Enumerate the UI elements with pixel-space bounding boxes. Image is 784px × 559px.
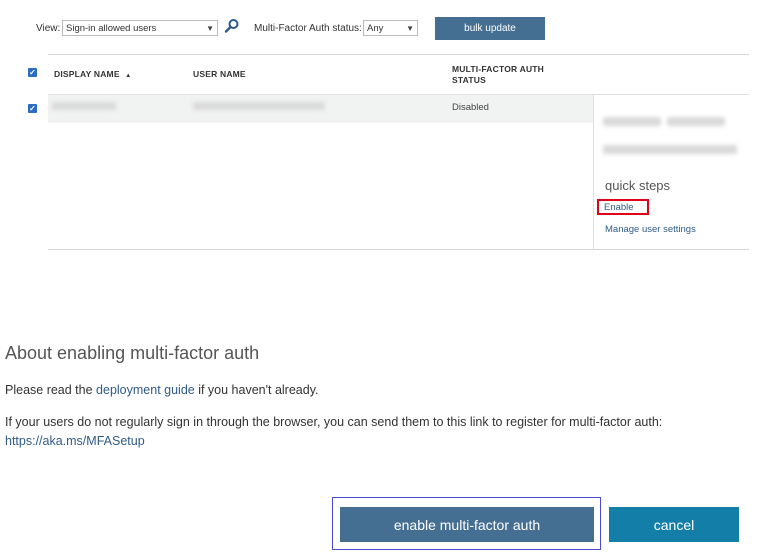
chevron-down-icon: ▼ <box>206 23 214 33</box>
column-header-user-name[interactable]: USER NAME <box>193 69 246 79</box>
view-select[interactable]: Sign-in allowed users ▼ <box>62 20 218 36</box>
view-label: View: <box>36 23 61 34</box>
mfa-status-label: Multi-Factor Auth status: <box>254 23 362 34</box>
check-icon: ✓ <box>29 104 36 113</box>
table-bottom-divider <box>48 249 749 250</box>
redacted-user-name <box>193 102 325 110</box>
mfa-header-line1: MULTI-FACTOR AUTH <box>452 64 545 74</box>
row-checkbox[interactable]: ✓ <box>28 104 37 113</box>
quick-steps-title: quick steps <box>605 178 671 193</box>
bulk-update-button[interactable]: bulk update <box>435 17 545 40</box>
deployment-guide-link[interactable]: deployment guide <box>96 383 195 397</box>
select-all-checkbox[interactable]: ✓ <box>28 68 37 77</box>
about-paragraph-2: If your users do not regularly sign in t… <box>5 413 765 451</box>
side-panel-top-border <box>593 94 749 95</box>
mfa-status-select-value: Any <box>367 22 384 34</box>
para1-post: if you haven't already. <box>194 383 319 397</box>
sort-ascending-icon: ▲ <box>125 73 132 79</box>
display-name-header-label: DISPLAY NAME <box>54 69 120 79</box>
mfa-setup-link[interactable]: https://aka.ms/MFASetup <box>5 434 145 448</box>
mfa-header-line2: STATUS <box>452 75 486 85</box>
search-icon[interactable] <box>224 18 240 34</box>
check-icon: ✓ <box>29 68 36 77</box>
column-header-mfa-status[interactable]: MULTI-FACTOR AUTH STATUS <box>452 64 544 86</box>
table-top-divider <box>48 54 749 55</box>
about-paragraph-1: Please read the deployment guide if you … <box>5 383 319 397</box>
chevron-down-icon: ▼ <box>406 23 414 33</box>
redacted-user-display <box>603 117 661 126</box>
para2-text: If your users do not regularly sign in t… <box>5 415 663 429</box>
enable-mfa-button[interactable]: enable multi-factor auth <box>340 507 594 542</box>
view-select-value: Sign-in allowed users <box>66 22 157 34</box>
redacted-display-name <box>52 102 116 110</box>
manage-user-settings-link[interactable]: Manage user settings <box>605 224 696 235</box>
column-header-display-name[interactable]: DISPLAY NAME ▲ <box>54 69 131 79</box>
enable-highlight-box <box>597 199 649 215</box>
redacted-user-display-2 <box>667 117 725 126</box>
side-panel-divider <box>593 94 594 250</box>
mfa-status-select[interactable]: Any ▼ <box>363 20 418 36</box>
redacted-user-email <box>603 145 737 154</box>
about-title: About enabling multi-factor auth <box>5 343 260 363</box>
mfa-status-cell: Disabled <box>452 102 489 113</box>
para1-pre: Please read the <box>5 383 97 397</box>
cancel-button[interactable]: cancel <box>609 507 739 542</box>
